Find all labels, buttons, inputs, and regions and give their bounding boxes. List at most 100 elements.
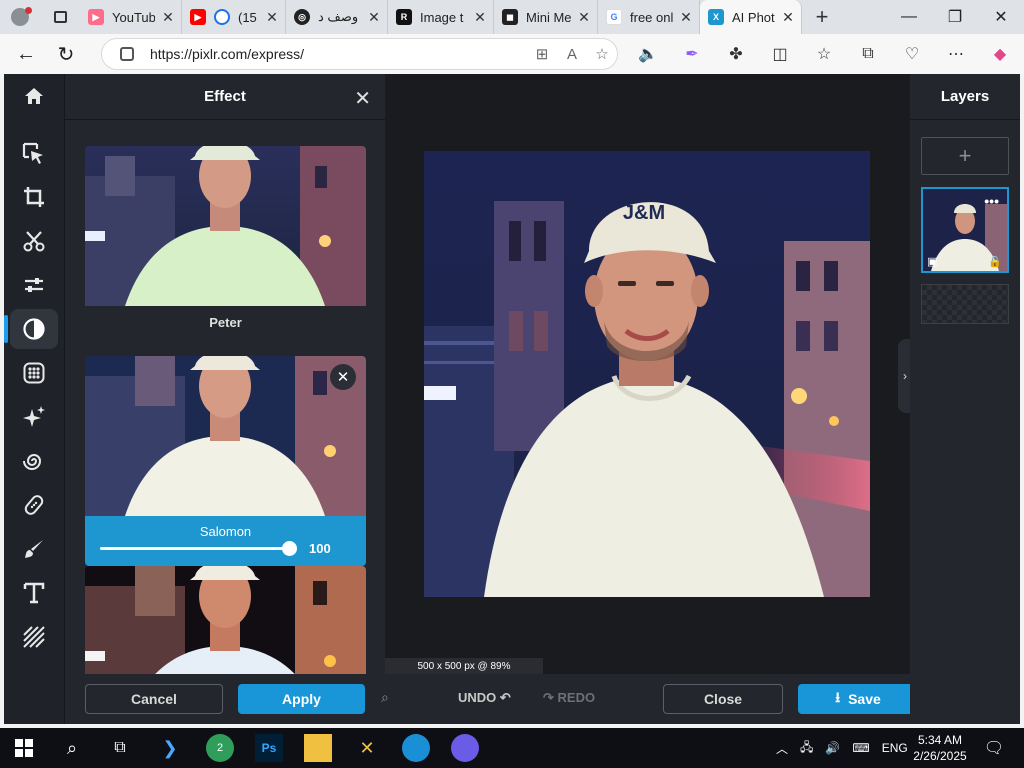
cancel-button[interactable]: Cancel [85,684,223,714]
back-icon[interactable]: ← [6,43,46,66]
language-indicator[interactable]: ENG [882,741,908,755]
more-icon[interactable]: ⋯ [934,44,978,64]
health-icon[interactable]: ♡ [890,44,934,64]
crop-icon[interactable] [10,177,58,217]
extensions-icon[interactable]: ✤ [714,44,758,64]
close-button[interactable]: Close [663,684,783,714]
browser-tab-active[interactable]: X AI Phot ✕ [700,0,802,34]
app-available-icon[interactable]: ⊞ [527,45,557,63]
feather-extension-icon[interactable]: ✒ [670,44,714,64]
effect-card-salomon[interactable]: ✕ Salomon 100 [85,356,366,566]
record-icon [214,9,230,25]
favorites-icon[interactable]: ☆ [802,44,846,64]
browser-tab-6[interactable]: G free onl ✕ [598,0,700,34]
close-tab-icon[interactable]: ✕ [367,9,381,26]
layer-empty-slot[interactable] [921,284,1009,324]
keyboard-icon[interactable]: ⌨ [852,741,869,755]
file-explorer-icon[interactable] [304,734,332,762]
pattern-icon[interactable] [10,617,58,657]
collections-icon[interactable]: ⧉ [846,45,890,63]
intensity-slider-track[interactable] [100,547,290,550]
ai-sparkle-icon[interactable] [10,397,58,437]
redo-button[interactable]: ↷ REDO [543,690,595,706]
redo-label: REDO [557,690,596,705]
browser-tab-4[interactable]: R Image t ✕ [388,0,494,34]
volume-icon[interactable]: 🔊 [825,741,840,755]
new-tab-button[interactable]: + [802,4,842,30]
read-aloud-icon[interactable]: A [557,46,587,63]
adjust-icon[interactable] [10,265,58,305]
notification-icon[interactable]: 🗨 [980,734,1008,762]
whatsapp-icon[interactable]: 2 [206,734,234,762]
zoom-icon[interactable]: ⌕ [381,689,389,706]
save-button[interactable]: ⭳ Save [798,684,918,714]
restore-icon[interactable]: ❐ [932,0,978,34]
url-text[interactable]: https://pixlr.com/express/ [150,46,527,62]
cutout-icon[interactable] [10,221,58,261]
edge-icon[interactable] [402,734,430,762]
intensity-slider-knob[interactable] [282,541,297,556]
app-icon[interactable]: ❯ [156,734,184,762]
layer-item[interactable]: ••• ▣ 🔒 [921,187,1009,273]
liquify-icon[interactable] [10,441,58,481]
browser-tab-youtube[interactable]: ▶ YouTube ✕ [80,0,182,34]
tray-chevron-icon[interactable]: ︿ [776,740,788,757]
effect-name: Salomon [199,524,252,539]
close-tab-icon[interactable]: ✕ [679,9,693,26]
home-icon[interactable] [10,76,58,116]
browser-tab-3[interactable]: ◎ وصف د ✕ [286,0,388,34]
filter-icon[interactable] [10,353,58,393]
search-icon[interactable]: ⌕ [58,734,86,762]
windows-start-icon[interactable] [10,734,38,762]
tab-actions-icon[interactable] [40,0,80,34]
task-view-icon[interactable]: ⧉ [106,734,134,762]
effect-icon[interactable] [4,309,58,349]
minimize-icon[interactable]: — [886,0,932,34]
apply-button[interactable]: Apply [238,684,365,714]
effect-card-3[interactable] [85,566,366,674]
draw-brush-icon[interactable] [10,529,58,569]
effect-thumbnail: ✕ [85,356,366,516]
retouch-icon[interactable] [10,485,58,525]
effect-list[interactable]: Peter ✕ Salomon 100 [65,120,385,674]
add-layer-button[interactable]: + [921,137,1009,175]
close-window-icon[interactable]: ✕ [978,0,1024,34]
effect-card-peter[interactable]: Peter [85,146,366,330]
undo-button[interactable]: UNDO ↶ [458,690,511,706]
youtube-favicon-icon: ▶ [190,9,206,25]
mute-icon[interactable]: 🔈 [626,44,670,64]
effect-thumbnail [85,146,366,306]
clock[interactable]: 5:34 AM 2/26/2025 [905,732,975,764]
undo-icon: ↶ [499,690,511,705]
main-photo[interactable]: J&M [424,151,870,597]
remove-effect-button[interactable]: ✕ [330,364,356,390]
refresh-icon[interactable]: ↻ [46,42,86,67]
text-icon[interactable] [10,573,58,613]
url-box[interactable]: https://pixlr.com/express/ ⊞ A ☆ [101,38,618,70]
close-tab-icon[interactable]: ✕ [577,9,591,26]
close-panel-icon[interactable]: ✕ [354,86,371,111]
close-tab-icon[interactable]: ✕ [781,9,795,26]
layer-more-icon[interactable]: ••• [984,193,999,209]
app-icon-3[interactable] [451,734,479,762]
undo-label: UNDO [458,690,497,705]
browser-tab-2[interactable]: ▶ (15 ✕ [182,0,286,34]
close-tab-icon[interactable]: ✕ [265,9,279,26]
canvas-size-info: 500 x 500 px @ 89% [385,658,543,674]
layer-lock-icon[interactable]: 🔒 [988,255,1002,268]
close-tab-icon[interactable]: ✕ [473,9,487,26]
network-icon[interactable]: 🖧 [800,738,813,759]
pixlr-favicon-icon: X [708,9,724,25]
copilot-icon[interactable]: ◆ [978,44,1022,64]
youtube-favicon-icon: ▶ [88,9,104,25]
clock-date: 2/26/2025 [913,749,967,763]
browser-tab-5[interactable]: ◼ Mini Me ✕ [494,0,598,34]
photoshop-icon[interactable]: Ps [255,734,283,762]
select-icon[interactable] [10,134,58,174]
app-icon-2[interactable]: ✕ [353,734,381,762]
close-tab-icon[interactable]: ✕ [161,9,175,26]
canvas-area[interactable]: J&M 500 x 500 px @ 89% [385,74,910,674]
favorite-star-icon[interactable]: ☆ [587,45,617,63]
profile-avatar[interactable] [0,0,40,34]
split-screen-icon[interactable]: ◫ [758,44,802,64]
